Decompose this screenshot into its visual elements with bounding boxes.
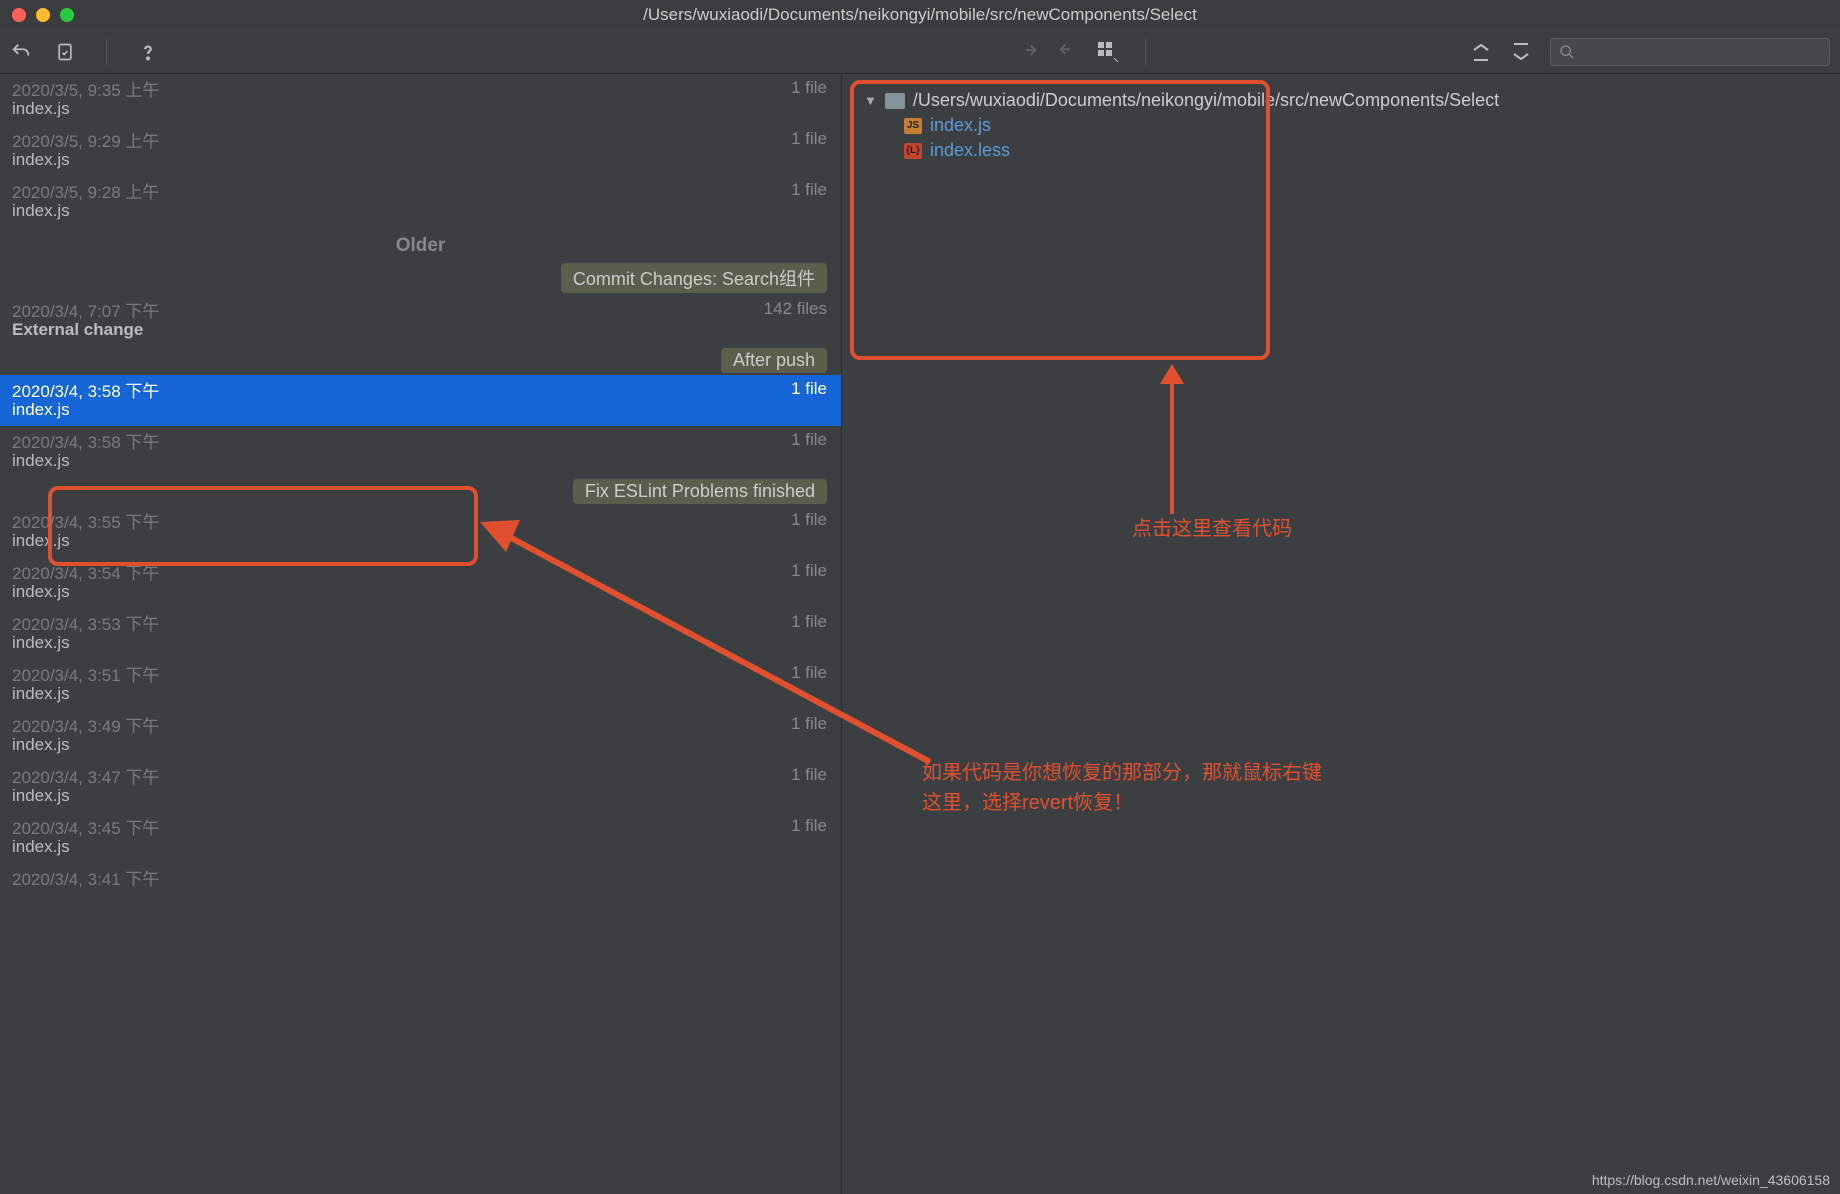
tree-file-label: index.js — [930, 115, 991, 136]
tree-folder-root[interactable]: ▼ /Users/wuxiaodi/Documents/neikongyi/mo… — [864, 88, 1840, 113]
history-entry-selected[interactable]: 2020/3/4, 3:58 下午 index.js 1 file — [0, 375, 841, 426]
history-entry[interactable]: 2020/3/4, 3:54 下午 index.js 1 file — [0, 557, 841, 608]
clipboard-icon[interactable] — [54, 41, 76, 63]
history-entry[interactable]: 2020/3/4, 3:58 下午 index.js 1 file — [0, 426, 841, 477]
titlebar: /Users/wuxiaodi/Documents/neikongyi/mobi… — [0, 0, 1840, 30]
redo-arrow-icon[interactable] — [1017, 41, 1039, 63]
grid-icon[interactable] — [1097, 41, 1119, 63]
expand-all-icon[interactable] — [1470, 41, 1492, 63]
maximize-window-icon[interactable] — [60, 8, 74, 22]
window-title: /Users/wuxiaodi/Documents/neikongyi/mobi… — [643, 5, 1197, 25]
caret-down-icon: ▼ — [864, 93, 877, 108]
fix-badge: Fix ESLint Problems finished — [573, 479, 827, 504]
after-push-badge: After push — [721, 348, 827, 373]
annotation-text-2: 如果代码是你想恢复的那部分，那就鼠标右键 这里，选择revert恢复！ — [922, 758, 1322, 818]
tree-file[interactable]: JS index.js — [904, 113, 1840, 138]
close-window-icon[interactable] — [12, 8, 26, 22]
toolbar — [0, 30, 1840, 74]
folder-icon — [885, 93, 905, 109]
history-entry-external[interactable]: 2020/3/4, 7:07 下午 External change 142 fi… — [0, 295, 841, 346]
annotation-text-1: 点击这里查看代码 — [1132, 514, 1292, 544]
history-entry[interactable]: 2020/3/4, 3:51 下午 index.js 1 file — [0, 659, 841, 710]
history-entry[interactable]: 2020/3/4, 3:41 下午 — [0, 863, 841, 894]
tree-file-label: index.less — [930, 140, 1010, 161]
history-entry[interactable]: 2020/3/5, 9:29 上午 index.js 1 file — [0, 125, 841, 176]
history-entry[interactable]: 2020/3/4, 3:55 下午 index.js 1 file — [0, 506, 841, 557]
search-box[interactable] — [1550, 38, 1830, 66]
history-entry[interactable]: 2020/3/4, 3:45 下午 index.js 1 file — [0, 812, 841, 863]
history-entry[interactable]: 2020/3/4, 3:47 下午 index.js 1 file — [0, 761, 841, 812]
history-panel[interactable]: 2020/3/5, 9:35 上午 index.js 1 file 2020/3… — [0, 74, 842, 1194]
help-icon[interactable] — [137, 41, 159, 63]
search-input[interactable] — [1581, 44, 1821, 60]
window-controls — [12, 8, 74, 22]
history-entry[interactable]: 2020/3/4, 3:49 下午 index.js 1 file — [0, 710, 841, 761]
undo-icon[interactable] — [10, 41, 32, 63]
tree-root-label: /Users/wuxiaodi/Documents/neikongyi/mobi… — [913, 90, 1499, 111]
commit-badge: Commit Changes: Search组件 — [561, 263, 827, 293]
older-header: Older — [0, 227, 841, 261]
file-tree-panel: ▼ /Users/wuxiaodi/Documents/neikongyi/mo… — [842, 74, 1840, 1194]
annotation-arrow-1 — [1122, 364, 1222, 514]
watermark: https://blog.csdn.net/weixin_43606158 — [1592, 1172, 1830, 1188]
undo-arrow-icon[interactable] — [1057, 41, 1079, 63]
collapse-all-icon[interactable] — [1510, 41, 1532, 63]
tree-file[interactable]: {L} index.less — [904, 138, 1840, 163]
history-entry[interactable]: 2020/3/4, 3:53 下午 index.js 1 file — [0, 608, 841, 659]
history-entry[interactable]: 2020/3/5, 9:28 上午 index.js 1 file — [0, 176, 841, 227]
js-file-icon: JS — [904, 118, 922, 134]
minimize-window-icon[interactable] — [36, 8, 50, 22]
less-file-icon: {L} — [904, 143, 922, 159]
search-icon — [1559, 44, 1575, 60]
history-entry[interactable]: 2020/3/5, 9:35 上午 index.js 1 file — [0, 74, 841, 125]
